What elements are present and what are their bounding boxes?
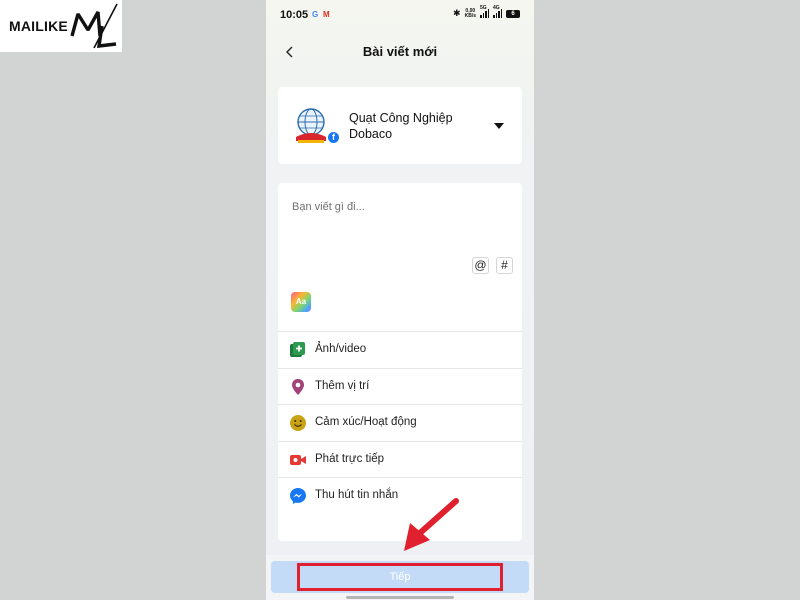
watermark-text: MAILIKE [9, 18, 68, 34]
header: Bài viết mới [266, 40, 534, 66]
ml-logo-icon [70, 3, 118, 49]
live-video-icon [290, 454, 306, 465]
smiley-icon [290, 415, 306, 431]
status-bar: 10:05 G M ✱ 0,00 KB/s 5G 4G 6 [266, 0, 534, 28]
action-label: Phát trực tiếp [315, 452, 385, 465]
facebook-icon: f [327, 131, 340, 144]
page-title: Bài viết mới [362, 44, 438, 59]
action-label: Thêm vị trí [315, 379, 370, 392]
action-photo-video[interactable]: Ảnh/video [278, 331, 522, 368]
bluetooth-icon: ✱ [453, 8, 461, 18]
status-icons: ✱ 0,00 KB/s 5G 4G 6 [453, 5, 520, 19]
battery-icon: 6 [506, 9, 520, 18]
action-live-video[interactable]: Phát trực tiếp [278, 440, 522, 478]
status-time: 10:05 [280, 9, 309, 21]
location-pin-icon [292, 378, 304, 395]
messenger-icon [290, 488, 306, 504]
action-label: Thu hút tin nhắn [315, 489, 399, 501]
signal-5g-label: 5G [480, 5, 487, 11]
page-avatar [296, 108, 326, 143]
action-list: Ảnh/video Thêm vị trí Cảm xúc/Hoạt động [278, 331, 522, 514]
account-selector[interactable]: f Quạt Công Nghiệp Dobaco [278, 87, 522, 164]
caret-down-icon[interactable] [494, 123, 504, 129]
signal-icon: 4G [493, 5, 502, 18]
text-style-button[interactable]: Aa [291, 292, 311, 312]
action-add-location[interactable]: Thêm vị trí [278, 367, 522, 405]
google-icon: G [312, 10, 319, 19]
action-label: Cảm xúc/Hoạt động [315, 416, 417, 428]
mention-button[interactable]: @ [472, 257, 489, 274]
signal-4g-label: 4G [493, 5, 500, 11]
network-speed: 0,00 KB/s [464, 8, 476, 19]
account-name: Quạt Công Nghiệp Dobaco [349, 111, 453, 141]
network-speed-unit: KB/s [464, 12, 476, 19]
post-text-input[interactable] [292, 201, 506, 261]
hashtag-button[interactable]: # [496, 257, 513, 274]
signal-icon: 5G [480, 5, 489, 18]
photo-add-icon [290, 342, 305, 357]
home-indicator[interactable] [346, 596, 454, 599]
watermark: MAILIKE [0, 0, 122, 52]
action-feeling-activity[interactable]: Cảm xúc/Hoạt động [278, 404, 522, 441]
next-button[interactable]: Tiếp [271, 561, 529, 593]
compose-card: @ # Aa Ảnh/video Thêm vị trí [278, 183, 522, 541]
footer-bar: Tiếp [266, 555, 534, 600]
red-arrow-icon [404, 498, 459, 551]
action-label: Ảnh/video [315, 343, 367, 355]
gmail-icon: M [323, 10, 330, 19]
